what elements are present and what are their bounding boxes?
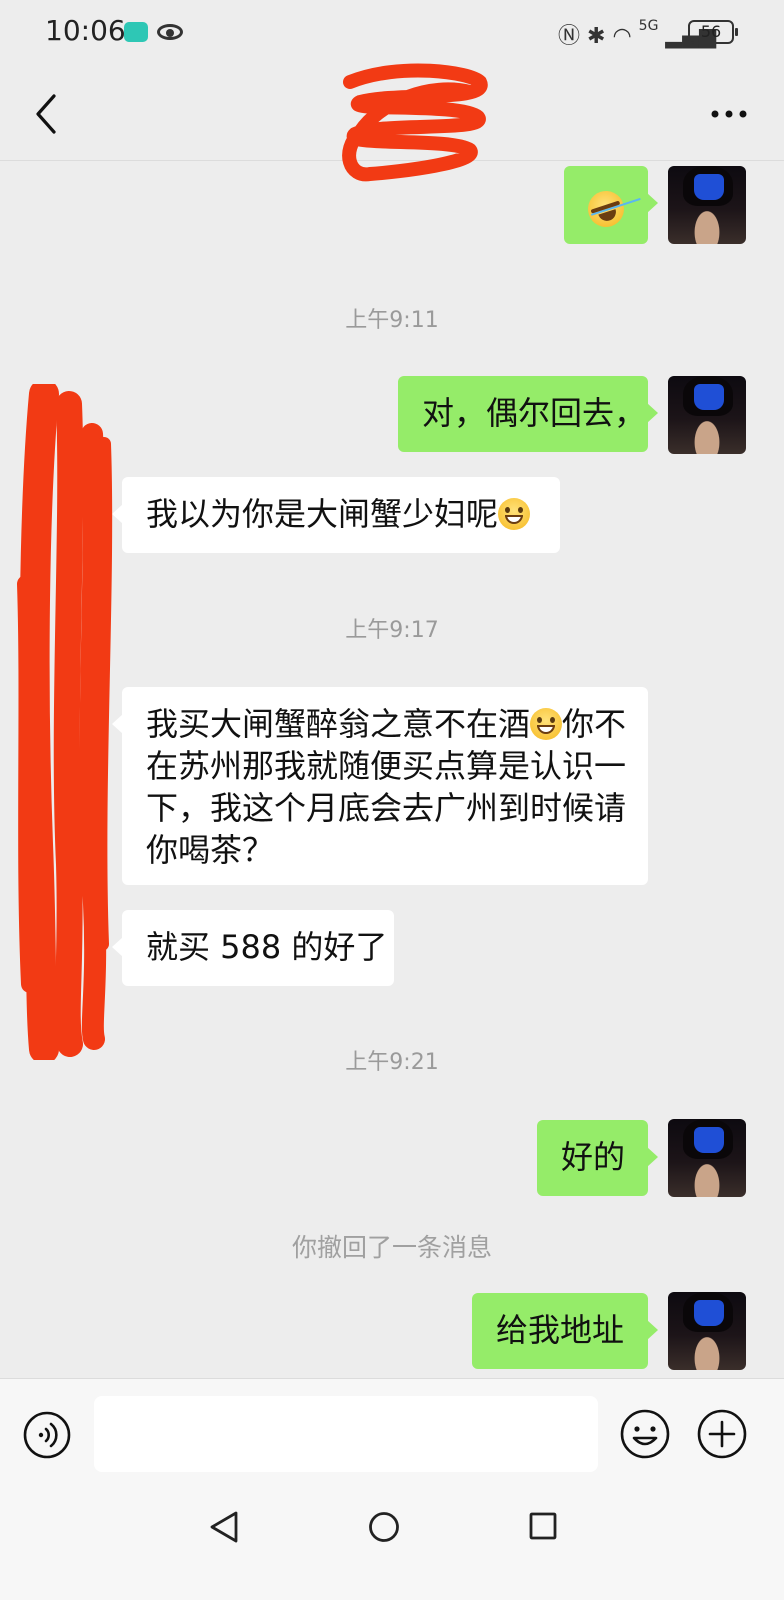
more-options-icon[interactable] xyxy=(709,108,749,120)
message-bubble-received[interactable]: 就买 588 的好了 xyxy=(112,910,394,986)
nav-home-icon[interactable] xyxy=(368,1511,400,1543)
message-text-line: 我买大闸蟹醉翁之意不在酒 xyxy=(146,705,531,743)
message-bubble-received[interactable]: 我买大闸蟹醉翁之意不在酒 你不 在苏州那我就随便买点算是认识一 下，我这个月底会去… xyxy=(112,687,648,885)
status-time: 10:06 xyxy=(45,14,126,47)
network-label: 5G xyxy=(638,18,659,34)
voice-icon[interactable] xyxy=(22,1410,72,1460)
avatar-self[interactable] xyxy=(668,1119,746,1197)
nav-recent-icon[interactable] xyxy=(529,1512,557,1540)
message-text-line: 在苏州那我就随便买点算是认识一 xyxy=(146,747,627,785)
message-text: 我以为你是大闸蟹少妇呢 xyxy=(146,495,499,533)
message-bubble-sent[interactable]: 好的 xyxy=(537,1120,658,1196)
nfc-icon: Ⓝ xyxy=(558,24,581,49)
message-text-line: 你不 xyxy=(562,705,627,743)
battery-indicator: 56 xyxy=(688,20,738,44)
system-nav-bar xyxy=(0,1490,784,1600)
message-bubble-sent[interactable]: 对，偶尔回去， xyxy=(398,376,658,452)
avatar-self[interactable] xyxy=(668,166,746,244)
plus-icon[interactable] xyxy=(696,1408,748,1460)
timestamp: 上午9:11 xyxy=(345,308,439,333)
recall-notice: 你撤回了一条消息 xyxy=(291,1233,492,1262)
eye-icon xyxy=(157,24,183,40)
wechat-notification-icon xyxy=(124,22,148,42)
message-bubble-sent[interactable]: 给我地址 xyxy=(472,1293,658,1369)
message-text-line: 你喝茶？ xyxy=(146,831,275,869)
avatar-self[interactable] xyxy=(668,376,746,454)
bluetooth-icon: ✱ xyxy=(587,24,606,49)
emoji-icon[interactable] xyxy=(619,1408,671,1460)
avatar-self[interactable] xyxy=(668,1292,746,1370)
wifi-icon: ◠ xyxy=(612,24,632,49)
back-arrow-icon[interactable] xyxy=(32,92,60,136)
grinning-face-icon xyxy=(498,498,531,530)
message-text-line: 下，我这个月底会去广州到时候请 xyxy=(146,789,627,827)
nav-back-icon[interactable] xyxy=(208,1510,240,1544)
message-bubble-sent[interactable] xyxy=(564,166,658,244)
message-bubble-received[interactable]: 我以为你是大闸蟹少妇呢 xyxy=(112,477,560,553)
face-with-tears-of-joy-icon xyxy=(583,186,629,232)
avatar-redaction-scribble xyxy=(17,384,113,1060)
chat-title-redaction xyxy=(342,63,488,182)
grinning-face-icon xyxy=(530,708,563,740)
message-input[interactable] xyxy=(94,1396,598,1472)
